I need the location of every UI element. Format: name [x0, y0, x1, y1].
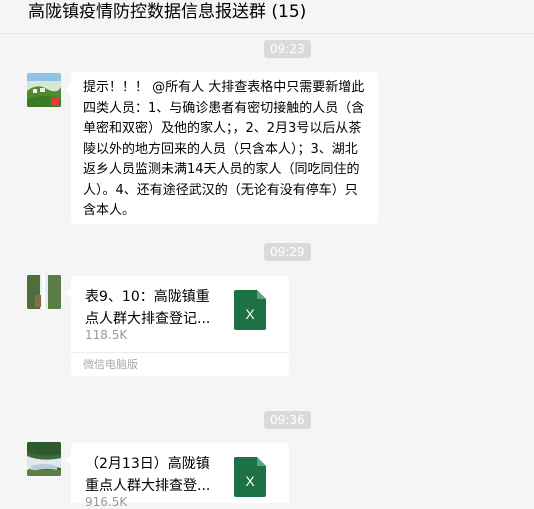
excel-file-icon: X: [234, 457, 266, 497]
file-footer-source: 微信电脑版: [71, 352, 289, 376]
svg-text:X: X: [245, 473, 255, 489]
timestamp: 09:36: [264, 411, 311, 429]
stream-avatar-icon[interactable]: [27, 442, 61, 476]
file-name: （2月13日）高陇镇重点人群大排查登...: [85, 456, 211, 494]
file-size: 916.5K: [85, 495, 128, 509]
excel-file-icon: X: [234, 290, 266, 330]
file-size: 118.5K: [85, 328, 128, 342]
file-name: 表9、10：高陇镇重点人群大排查登记...: [85, 289, 211, 327]
chat-title[interactable]: 高陇镇疫情防控数据信息报送群 (15): [28, 0, 306, 24]
landscape-avatar-icon[interactable]: [27, 73, 61, 107]
file-message-card[interactable]: 表9、10：高陇镇重点人群大排查登记... 118.5K X 微信电脑版: [65, 276, 289, 376]
chat-header: 高陇镇疫情防控数据信息报送群 (15): [0, 0, 534, 34]
message-text-bubble[interactable]: 提示！！！ @所有人 大排查表格中只需要新增此四类人员：1、与确诊患者有密切接触…: [65, 72, 378, 224]
message-text: 提示！！！ @所有人 大排查表格中只需要新增此四类人员：1、与确诊患者有密切接触…: [83, 80, 365, 218]
timestamp: 09:29: [264, 243, 311, 261]
file-message-card[interactable]: （2月13日）高陇镇重点人群大排查登... 916.5K X: [65, 443, 289, 509]
timestamp: 09:23: [264, 40, 311, 58]
waterfall-avatar-icon[interactable]: [27, 275, 61, 309]
svg-text:X: X: [245, 306, 255, 322]
